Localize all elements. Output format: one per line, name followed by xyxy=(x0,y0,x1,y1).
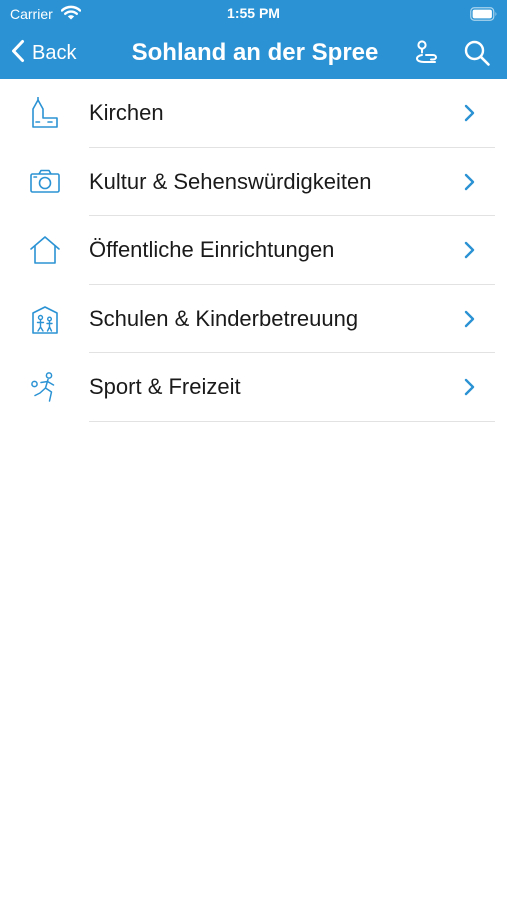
list-item-label: Schulen & Kinderbetreuung xyxy=(89,305,359,331)
search-button[interactable] xyxy=(462,38,492,68)
list-item-kultur[interactable]: Kultur & Sehenswürdigkeiten xyxy=(0,148,507,216)
category-list: Kirchen Kultur & Sehenswürdigkeiten Öffe… xyxy=(0,79,507,422)
list-item-sport[interactable]: Sport & Freizeit xyxy=(0,353,507,422)
chevron-right-icon xyxy=(462,377,476,397)
list-item-label: Sport & Freizeit xyxy=(89,374,241,399)
list-item-oeffentliche-einrichtungen[interactable]: Öffentliche Einrichtungen xyxy=(0,216,507,285)
list-item-label: Öffentliche Einrichtungen xyxy=(89,237,335,262)
navigation-header: Carrier 1:55 PM Back Sohland an der Spre… xyxy=(0,0,507,79)
chevron-right-icon xyxy=(462,172,476,192)
back-label: Back xyxy=(32,41,77,64)
chevron-right-icon xyxy=(462,240,476,260)
status-bar: Carrier 1:55 PM xyxy=(0,0,507,28)
battery-icon xyxy=(470,7,498,21)
church-icon xyxy=(28,96,62,129)
camera-icon xyxy=(28,166,62,198)
chevron-right-icon xyxy=(462,103,476,123)
school-icon xyxy=(28,303,62,335)
back-button[interactable]: Back xyxy=(10,39,76,67)
list-item-label: Kultur & Sehenswürdigkeiten xyxy=(89,168,372,194)
chevron-right-icon xyxy=(462,309,476,329)
list-item-kirchen[interactable]: Kirchen xyxy=(0,79,507,148)
route-icon xyxy=(411,40,441,72)
house-icon xyxy=(28,234,62,266)
separator xyxy=(89,420,495,422)
chevron-left-icon xyxy=(10,39,26,68)
status-time: 1:55 PM xyxy=(227,5,280,21)
nav-bar: Back Sohland an der Spree xyxy=(0,28,507,79)
route-button[interactable] xyxy=(411,38,441,68)
list-item-label: Kirchen xyxy=(89,100,164,125)
list-item-schulen[interactable]: Schulen & Kinderbetreuung xyxy=(0,285,507,353)
sport-icon xyxy=(28,371,62,403)
search-icon xyxy=(462,40,492,72)
page-title: Sohland an der Spree xyxy=(131,39,379,66)
